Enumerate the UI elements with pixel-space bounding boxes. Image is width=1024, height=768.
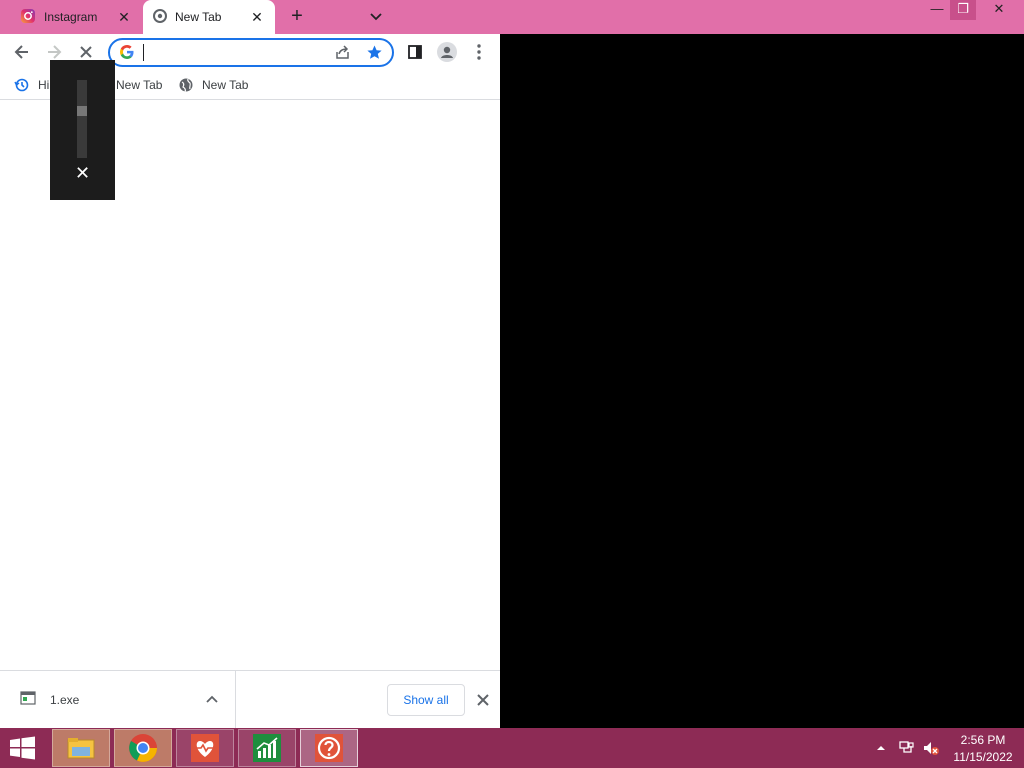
- side-panel-icon: [408, 45, 422, 59]
- bookmark-label: New Tab: [202, 78, 249, 92]
- chevron-up-icon[interactable]: [205, 692, 219, 709]
- share-icon[interactable]: [334, 44, 351, 64]
- close-downloads-bar-icon[interactable]: [473, 690, 493, 710]
- file-explorer-icon: [67, 738, 95, 759]
- side-panel-button[interactable]: [403, 40, 427, 64]
- volume-overlay: ✕: [50, 60, 115, 200]
- browser-window: Instagram ✕ New Tab ✕ + — ❐ ✕ Hi New Tab…: [0, 0, 1024, 729]
- maximize-button[interactable]: ❐: [950, 0, 976, 20]
- tray-chevron-up-icon[interactable]: [876, 742, 886, 756]
- volume-slider-thumb[interactable]: [77, 106, 87, 116]
- instagram-icon: [20, 8, 36, 27]
- network-icon[interactable]: [898, 740, 914, 759]
- bookmark-label: New Tab: [116, 78, 163, 92]
- history-icon: [14, 78, 29, 92]
- tab-new-tab[interactable]: New Tab ✕: [143, 0, 275, 34]
- health-app-icon: [191, 734, 219, 762]
- bookmark-label: Hi: [38, 78, 50, 92]
- volume-muted-icon[interactable]: [922, 740, 940, 759]
- taskbar: 2:56 PM 11/15/2022: [0, 728, 1024, 768]
- window-close-button[interactable]: ✕: [976, 0, 1022, 20]
- back-arrow-icon: [14, 45, 28, 59]
- clock-time[interactable]: 2:56 PM: [952, 733, 1014, 747]
- volume-slider[interactable]: [77, 80, 87, 158]
- taskbar-chart-app[interactable]: [238, 729, 296, 767]
- volume-close-icon[interactable]: ✕: [74, 164, 91, 182]
- tab-instagram[interactable]: Instagram ✕: [10, 0, 142, 34]
- bookmark-new-tab-globe[interactable]: New Tab: [178, 76, 248, 94]
- download-file-name: 1.exe: [50, 693, 80, 707]
- google-icon: [119, 44, 135, 63]
- taskbar-chrome[interactable]: [114, 729, 172, 767]
- help-app-icon: [315, 734, 343, 762]
- avatar-icon: [437, 42, 457, 62]
- downloads-bar: 1.exe Show all: [0, 670, 500, 729]
- tab-title: Instagram: [44, 10, 98, 24]
- exe-file-icon: [20, 691, 36, 708]
- bookmark-new-tab[interactable]: New Tab: [116, 76, 162, 94]
- chrome-icon: [153, 8, 167, 26]
- chrome-icon: [129, 734, 157, 762]
- forward-arrow-icon: [48, 45, 62, 59]
- stop-x-icon: [80, 46, 92, 58]
- kebab-menu-icon: [477, 44, 481, 60]
- address-bar[interactable]: [108, 38, 394, 67]
- bookmark-star-icon[interactable]: [366, 44, 383, 64]
- taskbar-health-app[interactable]: [176, 729, 234, 767]
- minimize-button[interactable]: —: [924, 0, 950, 20]
- menu-button[interactable]: [467, 40, 491, 64]
- tab-strip: Instagram ✕ New Tab ✕ + — ❐ ✕: [0, 0, 1024, 34]
- profile-button[interactable]: [435, 40, 459, 64]
- windows-logo-icon: [10, 736, 35, 760]
- tab-search-chevron-icon[interactable]: [366, 8, 386, 26]
- taskbar-file-explorer[interactable]: [52, 729, 110, 767]
- address-input[interactable]: [142, 44, 322, 62]
- clock-date[interactable]: 11/15/2022: [946, 750, 1020, 764]
- start-button[interactable]: [8, 736, 40, 760]
- show-all-button[interactable]: Show all: [387, 684, 465, 716]
- text-caret: [143, 44, 144, 61]
- tab-title: New Tab: [175, 10, 222, 24]
- download-item[interactable]: 1.exe: [0, 671, 236, 729]
- bookmark-history[interactable]: Hi: [14, 76, 49, 94]
- globe-icon: [179, 78, 193, 92]
- new-tab-button[interactable]: +: [285, 6, 309, 28]
- taskbar-help-app[interactable]: [300, 729, 358, 767]
- back-button[interactable]: [10, 40, 34, 64]
- tab-close-icon[interactable]: ✕: [116, 9, 132, 25]
- chart-app-icon: [253, 734, 281, 762]
- tab-close-icon[interactable]: ✕: [249, 9, 265, 25]
